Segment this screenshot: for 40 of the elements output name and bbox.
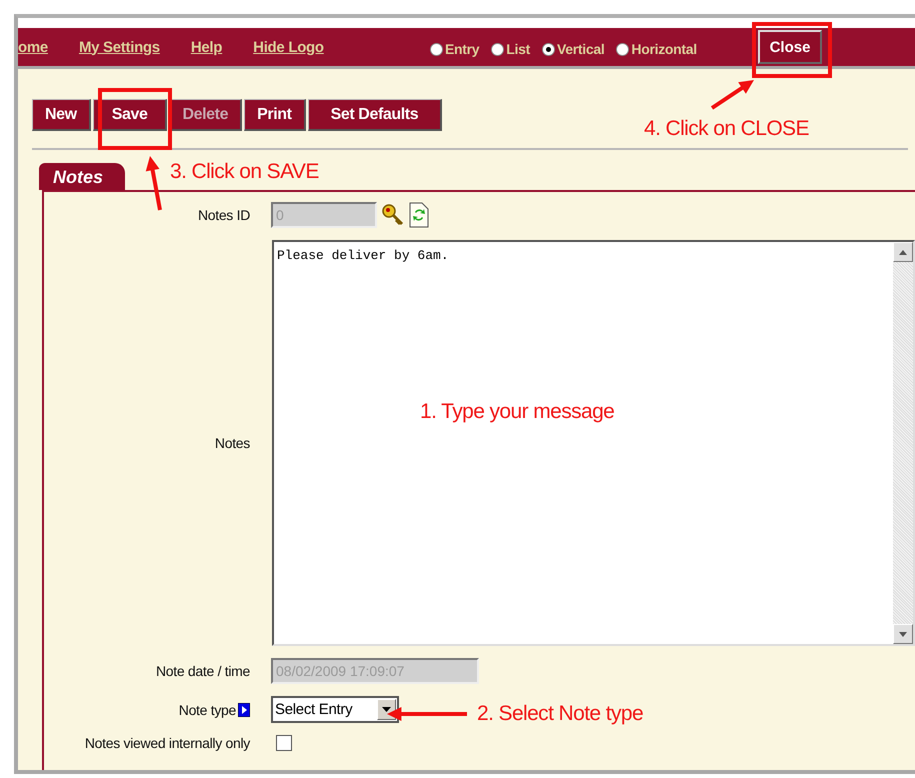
key-icon [381,203,405,227]
text-value: Please deliver by 6am. [276,247,449,263]
nav-link[interactable]: My Settings [78,38,160,56]
triangle-up-icon [899,250,907,254]
checkbox[interactable] [276,735,292,751]
toolbar-button[interactable]: Print [244,99,306,131]
scroll-up-button[interactable] [893,242,913,262]
field-label: Notes ID [196,207,250,223]
field-label: Notes viewed internally only [84,735,250,751]
toolbar-button[interactable]: New [32,99,91,131]
field-label: Notes [214,434,250,453]
field-label: Note date / time [154,663,250,679]
dropdown[interactable]: Select Entry [271,696,399,723]
field-label: Note type [178,702,236,718]
refresh-icon [409,202,429,228]
radio-label: Entry [445,41,480,57]
radio-button[interactable] [491,42,504,56]
annotation-text: 2. Select Note type [477,702,644,726]
arrow [710,80,754,110]
play-icon [238,702,250,716]
toolbar-button[interactable]: Save [92,99,168,131]
radio-button[interactable] [616,42,630,56]
annotation-text: 4. Click on CLOSE [644,117,809,141]
radio-label: Horizontal [631,41,697,57]
arrow [146,156,162,210]
nav-link[interactable]: Hide Logo [253,38,324,56]
scrollbar[interactable] [893,242,913,644]
nav-link[interactable]: Help [190,38,222,56]
nav-link[interactable]: ome [18,38,48,56]
annotation-text: 1. Type your message [420,400,614,424]
triangle-down-icon [899,632,907,636]
scroll-down-button[interactable] [893,624,913,644]
annotation-text: 3. Click on SAVE [170,160,319,184]
radio-label: List [506,41,530,57]
toolbar-button[interactable]: Set Defaults [308,99,442,131]
radio-button[interactable] [542,42,555,56]
tab[interactable]: Notes [39,163,126,190]
radio-label: Vertical [557,41,604,57]
radio-button[interactable] [430,42,443,56]
close-button[interactable]: Close [758,30,822,64]
